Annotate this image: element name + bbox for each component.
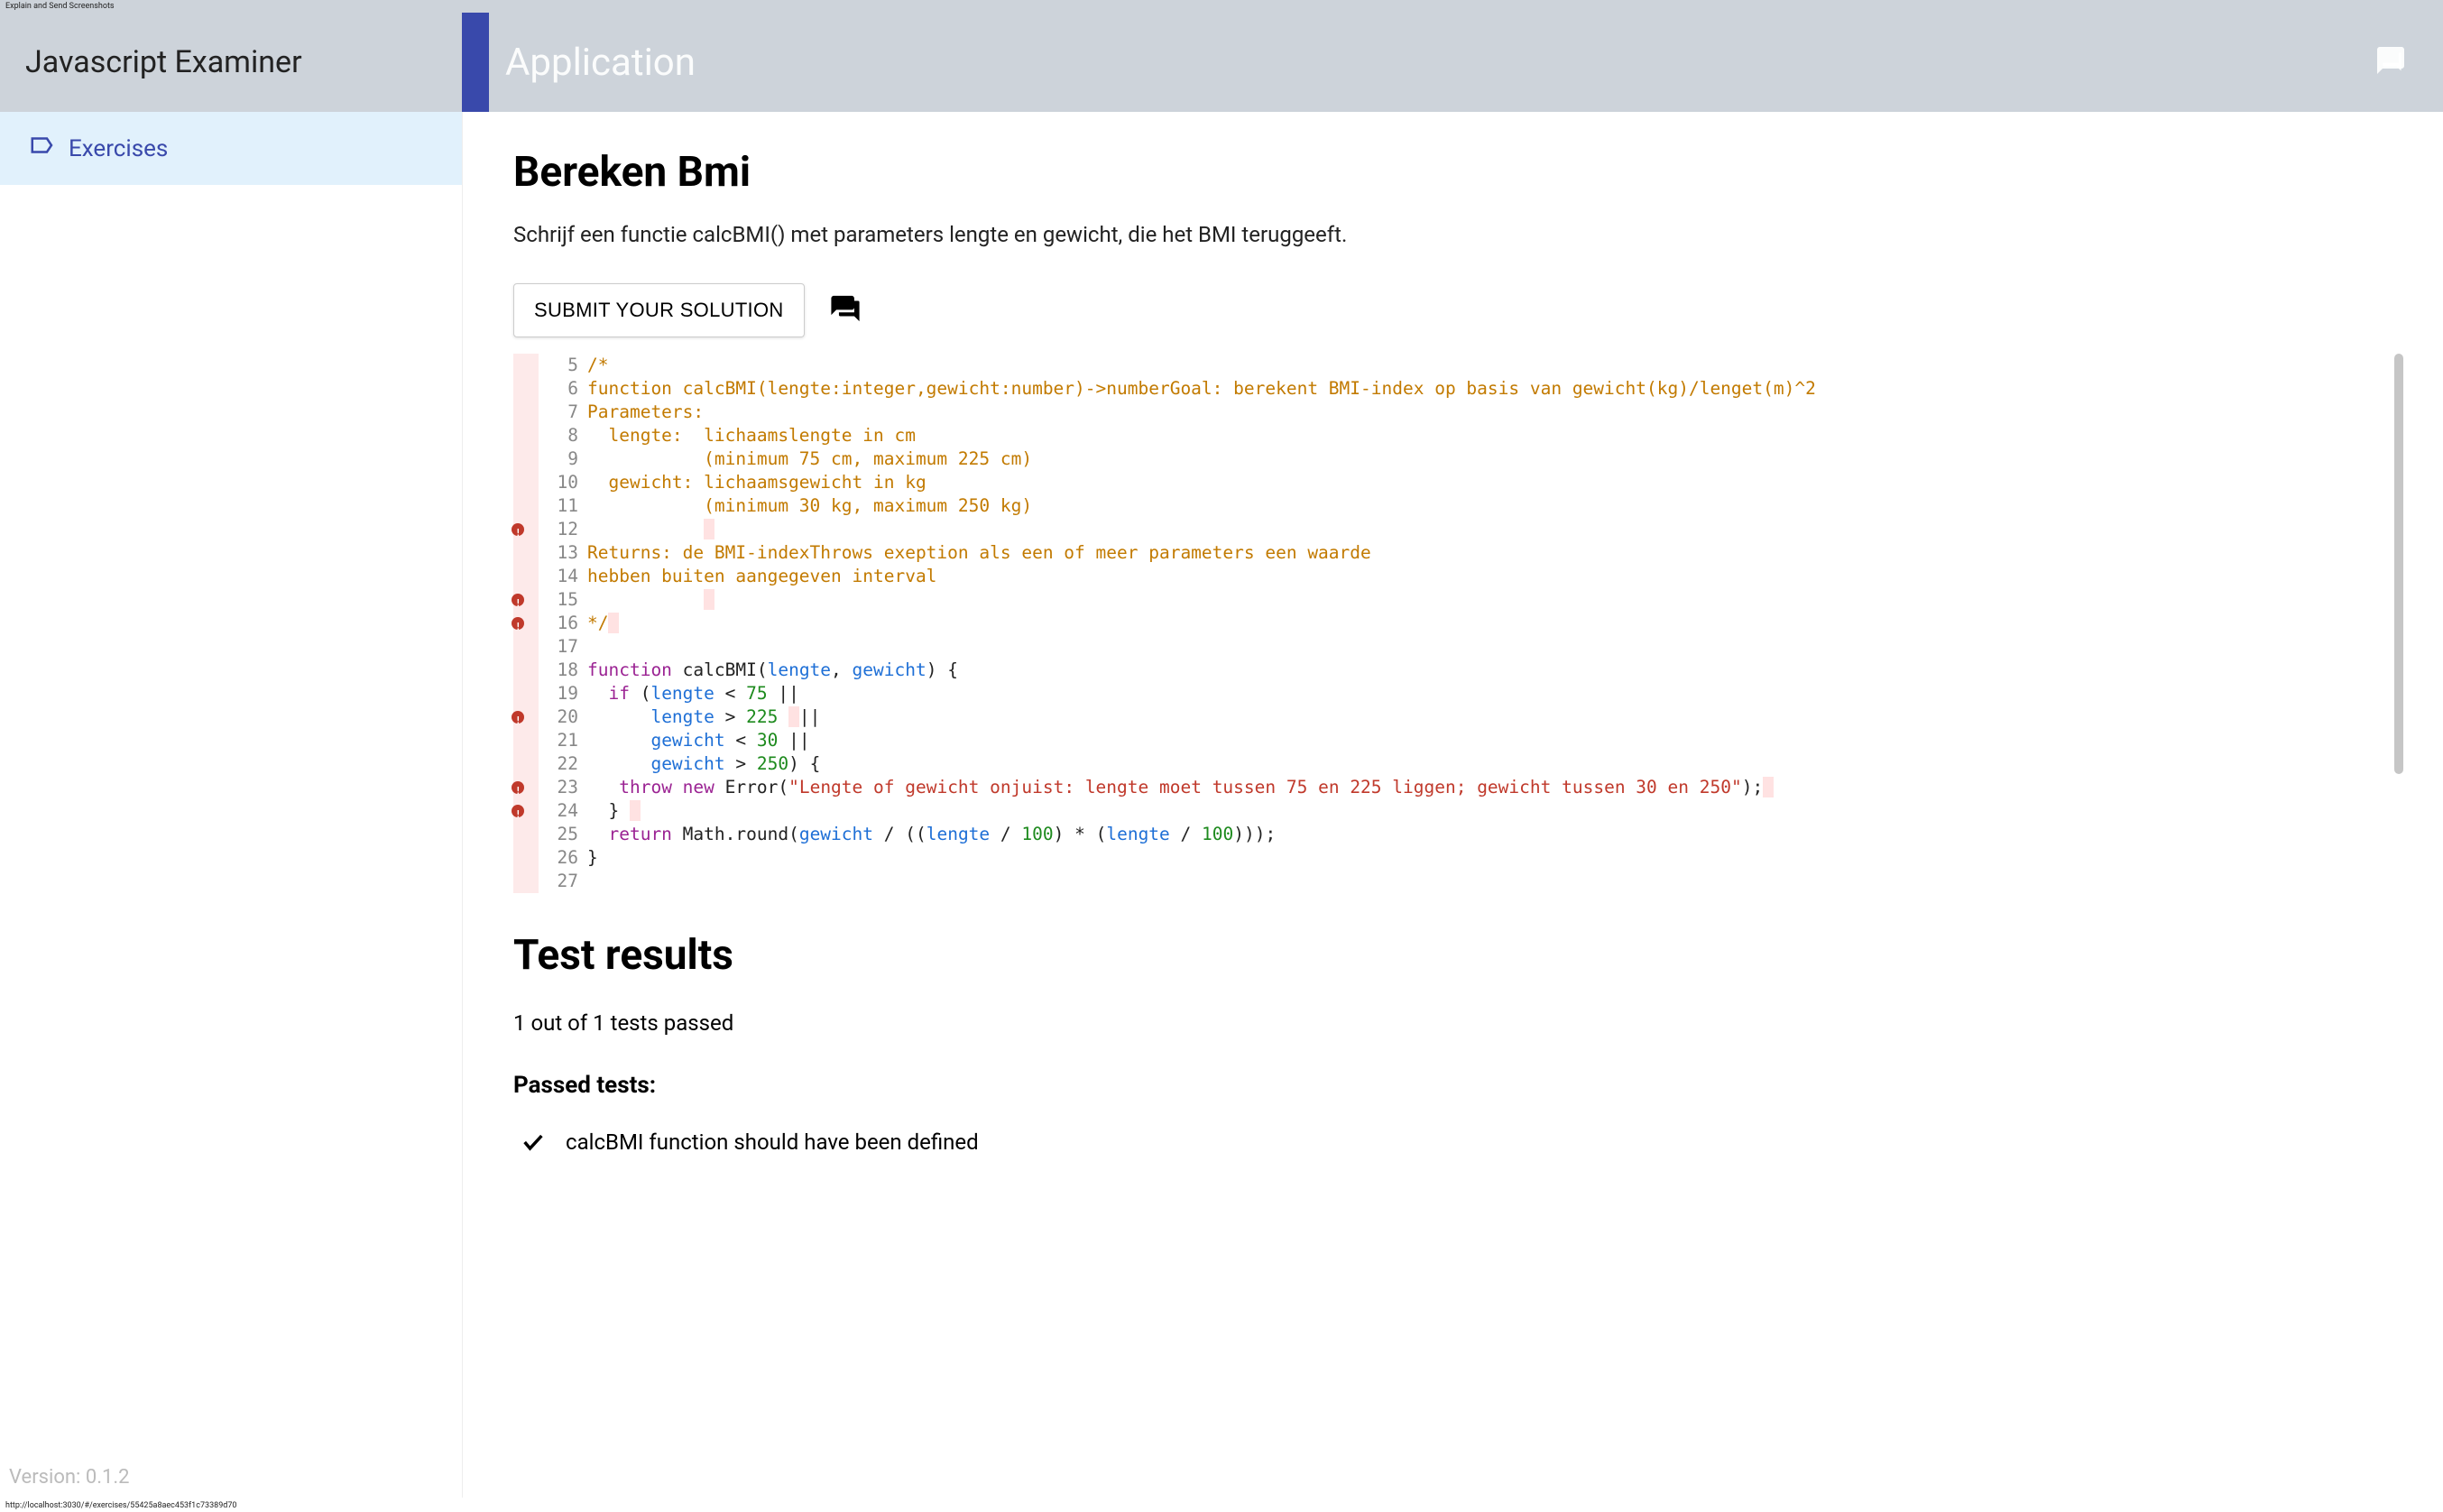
code-line[interactable]: function calcBMI(lengte, gewicht) {: [587, 659, 2392, 682]
gutter-line: 6: [539, 377, 578, 401]
code-line[interactable]: /*: [587, 354, 2392, 377]
code-line[interactable]: [587, 635, 2392, 659]
code-line[interactable]: hebben buiten aangegeven interval: [587, 565, 2392, 588]
header-divider: [462, 13, 489, 112]
header: Javascript Examiner Application: [0, 13, 2443, 112]
code-line[interactable]: return Math.round(gewicht / ((lengte / 1…: [587, 823, 2392, 846]
code-line[interactable]: function calcBMI(lengte:integer,gewicht:…: [587, 377, 2392, 401]
page-header-title: Application: [505, 41, 696, 85]
passed-test-item: calcBMI function should have been define…: [513, 1129, 2392, 1155]
gutter-line: 16: [539, 612, 578, 635]
submit-button[interactable]: SUBMIT YOUR SOLUTION: [513, 283, 805, 337]
code-line[interactable]: (minimum 30 kg, maximum 250 kg): [587, 494, 2392, 518]
code-line[interactable]: if (lengte < 75 ||: [587, 682, 2392, 705]
editor-scrollbar[interactable]: [2394, 354, 2403, 893]
gutter-line: 11: [539, 494, 578, 518]
gutter-line: 24: [539, 799, 578, 823]
code-line[interactable]: }: [587, 799, 2392, 823]
chat-icon[interactable]: [830, 293, 861, 327]
gutter-line: 12: [539, 518, 578, 541]
chat-icon[interactable]: [2374, 44, 2407, 80]
gutter-line: 13: [539, 541, 578, 565]
gutter-line: 15: [539, 588, 578, 612]
gutter-line: 14: [539, 565, 578, 588]
code-line[interactable]: lengte > 225 ||: [587, 705, 2392, 729]
code-line[interactable]: gewicht > 250) {: [587, 752, 2392, 776]
gutter-line: 19: [539, 682, 578, 705]
code-editor[interactable]: 5678910111213141516171819202122232425262…: [513, 354, 2392, 893]
gutter-line: 25: [539, 823, 578, 846]
extension-bar: Explain and Send Screenshots: [0, 0, 2443, 13]
gutter-line: 18: [539, 659, 578, 682]
page-title: Bereken Bmi: [513, 148, 2392, 197]
header-right: Application: [489, 13, 2443, 112]
code-line[interactable]: [587, 588, 2392, 612]
code-line[interactable]: Returns: de BMI-indexThrows exeption als…: [587, 541, 2392, 565]
version-label: Version: 0.1.2: [9, 1466, 130, 1489]
code-line[interactable]: gewicht < 30 ||: [587, 729, 2392, 752]
gutter-line: 8: [539, 424, 578, 447]
gutter-line: 20: [539, 705, 578, 729]
gutter-line: 22: [539, 752, 578, 776]
sidebar-item-exercises[interactable]: Exercises: [0, 112, 462, 185]
gutter-line: 17: [539, 635, 578, 659]
gutter-line: 7: [539, 401, 578, 424]
passed-tests-title: Passed tests:: [513, 1072, 2392, 1099]
exercise-description: Schrijf een functie calcBMI() met parame…: [513, 222, 2392, 247]
code-line[interactable]: Parameters:: [587, 401, 2392, 424]
code-line[interactable]: [587, 518, 2392, 541]
label-icon: [29, 132, 56, 165]
code-line[interactable]: [587, 870, 2392, 893]
status-bar: http://localhost:3030/#/exercises/55425a…: [0, 1499, 2443, 1512]
code-line[interactable]: (minimum 75 cm, maximum 225 cm): [587, 447, 2392, 471]
sidebar: Exercises Version: 0.1.2: [0, 112, 462, 1498]
gutter-line: 21: [539, 729, 578, 752]
results-title: Test results: [513, 931, 2392, 980]
gutter-line: 5: [539, 354, 578, 377]
code-line[interactable]: throw new Error("Lengte of gewicht onjui…: [587, 776, 2392, 799]
code-line[interactable]: */: [587, 612, 2392, 635]
gutter-line: 27: [539, 870, 578, 893]
check-icon: [521, 1129, 546, 1155]
code-line[interactable]: }: [587, 846, 2392, 870]
main-content: Bereken Bmi Schrijf een functie calcBMI(…: [462, 112, 2443, 1498]
gutter-line: 10: [539, 471, 578, 494]
gutter-line: 26: [539, 846, 578, 870]
gutter-line: 9: [539, 447, 578, 471]
results-summary: 1 out of 1 tests passed: [513, 1010, 2392, 1036]
gutter-line: 23: [539, 776, 578, 799]
code-line[interactable]: gewicht: lichaamsgewicht in kg: [587, 471, 2392, 494]
sidebar-item-label: Exercises: [69, 135, 168, 162]
app-name: Javascript Examiner: [0, 13, 462, 112]
code-line[interactable]: lengte: lichaamslengte in cm: [587, 424, 2392, 447]
